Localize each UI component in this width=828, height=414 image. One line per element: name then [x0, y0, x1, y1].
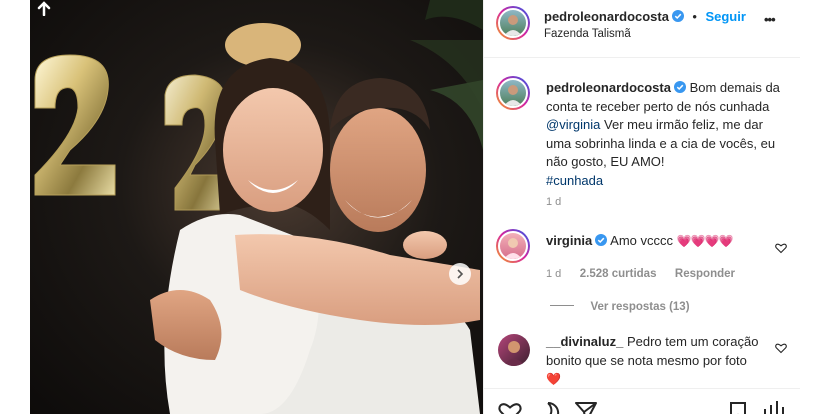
author-username[interactable]: pedroleonardocosta	[544, 9, 669, 24]
comment-2: __divinaluz_ Pedro tem um coração bonito…	[546, 333, 761, 389]
comment-1-time[interactable]: 1 d	[546, 268, 561, 280]
comment-1: virginia Amo vcccc 💗💗💗💗	[546, 232, 766, 251]
caption-mention-link[interactable]: @virginia	[546, 117, 600, 132]
verified-badge-icon	[595, 234, 608, 246]
caption-author-username[interactable]: pedroleonardocosta	[546, 80, 671, 95]
like-icon[interactable]	[498, 401, 522, 414]
post-details-panel: pedroleonardocosta • Seguir Fazenda Tali…	[483, 0, 801, 414]
verified-badge-icon	[673, 81, 686, 93]
verified-badge-icon	[671, 10, 684, 22]
share-icon[interactable]	[574, 401, 598, 414]
more-options-icon[interactable]: •••	[764, 12, 776, 27]
comment-2-like-icon[interactable]	[775, 342, 787, 354]
photo-illustration	[34, 0, 483, 414]
person-icon	[504, 238, 522, 259]
person-icon	[504, 15, 522, 36]
save-icon[interactable]	[728, 401, 748, 414]
author-avatar[interactable]	[496, 6, 530, 40]
caption-author-avatar[interactable]	[496, 76, 530, 110]
dot-separator: •	[692, 9, 697, 24]
comment-avatar-virginia[interactable]	[496, 229, 530, 263]
comment-1-like-icon[interactable]	[775, 242, 787, 254]
comment-1-emoji: 💗💗💗💗	[676, 234, 734, 248]
comment-avatar-divinaluz[interactable]	[498, 334, 530, 366]
comment-2-author[interactable]: __divinaluz_	[546, 334, 623, 349]
comment-1-author[interactable]: virginia	[546, 233, 592, 248]
view-replies[interactable]: Ver respostas (13)	[550, 297, 690, 315]
comment-1-meta: 1 d 2.528 curtidas Responder	[546, 264, 735, 282]
comment-1-text: Amo vcccc	[610, 233, 673, 248]
post-header: pedroleonardocosta • Seguir Fazenda Tali…	[484, 0, 801, 58]
left-margin	[0, 0, 30, 414]
stats-icon[interactable]	[762, 399, 788, 414]
caption-time[interactable]: 1 d	[546, 196, 561, 208]
comment-2-emoji: ❤️	[546, 372, 561, 386]
chevron-right-icon	[457, 269, 464, 279]
view-replies-label[interactable]: Ver respostas (13)	[590, 301, 689, 313]
comment-1-likes[interactable]: 2.528 curtidas	[580, 268, 657, 280]
follow-button[interactable]: Seguir	[705, 9, 745, 24]
next-photo-button[interactable]	[449, 263, 471, 285]
right-margin	[800, 0, 828, 414]
comment-1-reply-button[interactable]: Responder	[675, 268, 735, 280]
post-action-bar	[484, 388, 801, 414]
comment-icon[interactable]	[536, 401, 560, 414]
person-icon	[504, 85, 522, 106]
replies-divider	[550, 305, 574, 307]
person-icon	[503, 341, 525, 366]
post-location[interactable]: Fazenda Talismã	[544, 28, 631, 40]
back-arrow-icon[interactable]	[36, 0, 52, 16]
post-caption: pedroleonardocosta Bom demais da conta t…	[546, 79, 791, 190]
post-photo[interactable]	[30, 0, 483, 414]
caption-hashtag-link[interactable]: #cunhada	[546, 173, 603, 188]
